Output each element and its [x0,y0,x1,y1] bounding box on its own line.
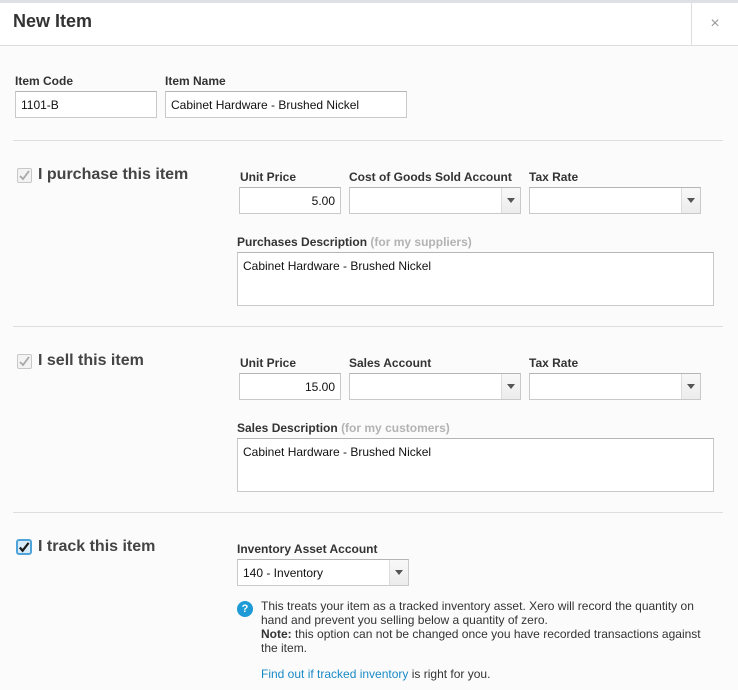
sell-unit-price-label: Unit Price [240,356,297,370]
checkmark-icon [19,541,30,552]
item-name-input[interactable]: Cabinet Hardware - Brushed Nickel [165,91,407,118]
help-text: This treats your item as a tracked inven… [261,599,711,655]
divider [13,326,723,327]
link-suffix: is right for you. [408,667,491,681]
purchases-description-textarea[interactable]: Cabinet Hardware - Brushed Nickel [237,252,714,306]
inventory-asset-account-value: 140 - Inventory [243,566,324,580]
note-label: Note: [261,627,292,641]
item-name-label: Item Name [165,74,226,88]
dialog-header: New Item × [0,3,738,46]
sell-tax-rate-select[interactable] [529,373,701,400]
help-link-line: Find out if tracked inventory is right f… [261,667,490,681]
purchase-unit-price-label: Unit Price [240,170,297,184]
divider [13,140,723,141]
chevron-down-icon[interactable] [501,188,520,213]
sell-tax-rate-label: Tax Rate [529,356,579,370]
purchase-tax-rate-select[interactable] [529,187,701,214]
purchases-description-label: Purchases Description (for my suppliers) [237,235,472,249]
chevron-down-icon[interactable] [681,188,700,213]
purchase-unit-price-input[interactable]: 5.00 [239,187,341,214]
sales-description-textarea[interactable]: Cabinet Hardware - Brushed Nickel [237,438,714,492]
sell-checkbox-label[interactable]: I sell this item [38,352,144,370]
chevron-down-icon[interactable] [389,560,408,585]
sell-unit-price-input[interactable]: 15.00 [239,373,341,400]
checkmark-icon [19,355,30,366]
close-button[interactable]: × [691,3,738,45]
checkmark-icon [19,169,30,180]
track-checkbox-label[interactable]: I track this item [38,538,155,556]
sales-account-select[interactable] [349,373,521,400]
close-icon: × [710,15,720,32]
purchase-checkbox[interactable] [17,167,32,183]
sales-description-hint: (for my customers) [341,421,450,435]
purchase-tax-rate-label: Tax Rate [529,170,579,184]
cogs-account-label: Cost of Goods Sold Account [349,170,512,184]
track-section: I track this item [16,538,155,556]
sell-checkbox[interactable] [17,353,32,369]
cogs-account-select[interactable] [349,187,521,214]
help-icon: ? [237,601,253,617]
sell-section: I sell this item [17,352,144,370]
note-text: this option can not be changed once you … [261,627,701,655]
chevron-down-icon[interactable] [501,374,520,399]
chevron-down-icon[interactable] [681,374,700,399]
sales-description-label: Sales Description (for my customers) [237,421,450,435]
item-code-input[interactable]: 1101-B [15,91,157,118]
inventory-asset-account-label: Inventory Asset Account [237,542,378,556]
item-code-label: Item Code [15,74,74,88]
sales-description-label-text: Sales Description [237,421,338,435]
track-checkbox[interactable] [16,539,32,555]
sales-account-label: Sales Account [349,356,432,370]
dialog-title: New Item [13,11,93,31]
divider [13,512,723,513]
purchase-section: I purchase this item [17,166,188,184]
purchases-description-hint: (for my suppliers) [370,235,472,249]
tracked-inventory-link[interactable]: Find out if tracked inventory [261,667,408,681]
purchases-description-label-text: Purchases Description [237,235,368,249]
help-description: This treats your item as a tracked inven… [261,599,694,627]
purchase-checkbox-label[interactable]: I purchase this item [38,166,188,184]
inventory-asset-account-select[interactable]: 140 - Inventory [237,559,409,586]
